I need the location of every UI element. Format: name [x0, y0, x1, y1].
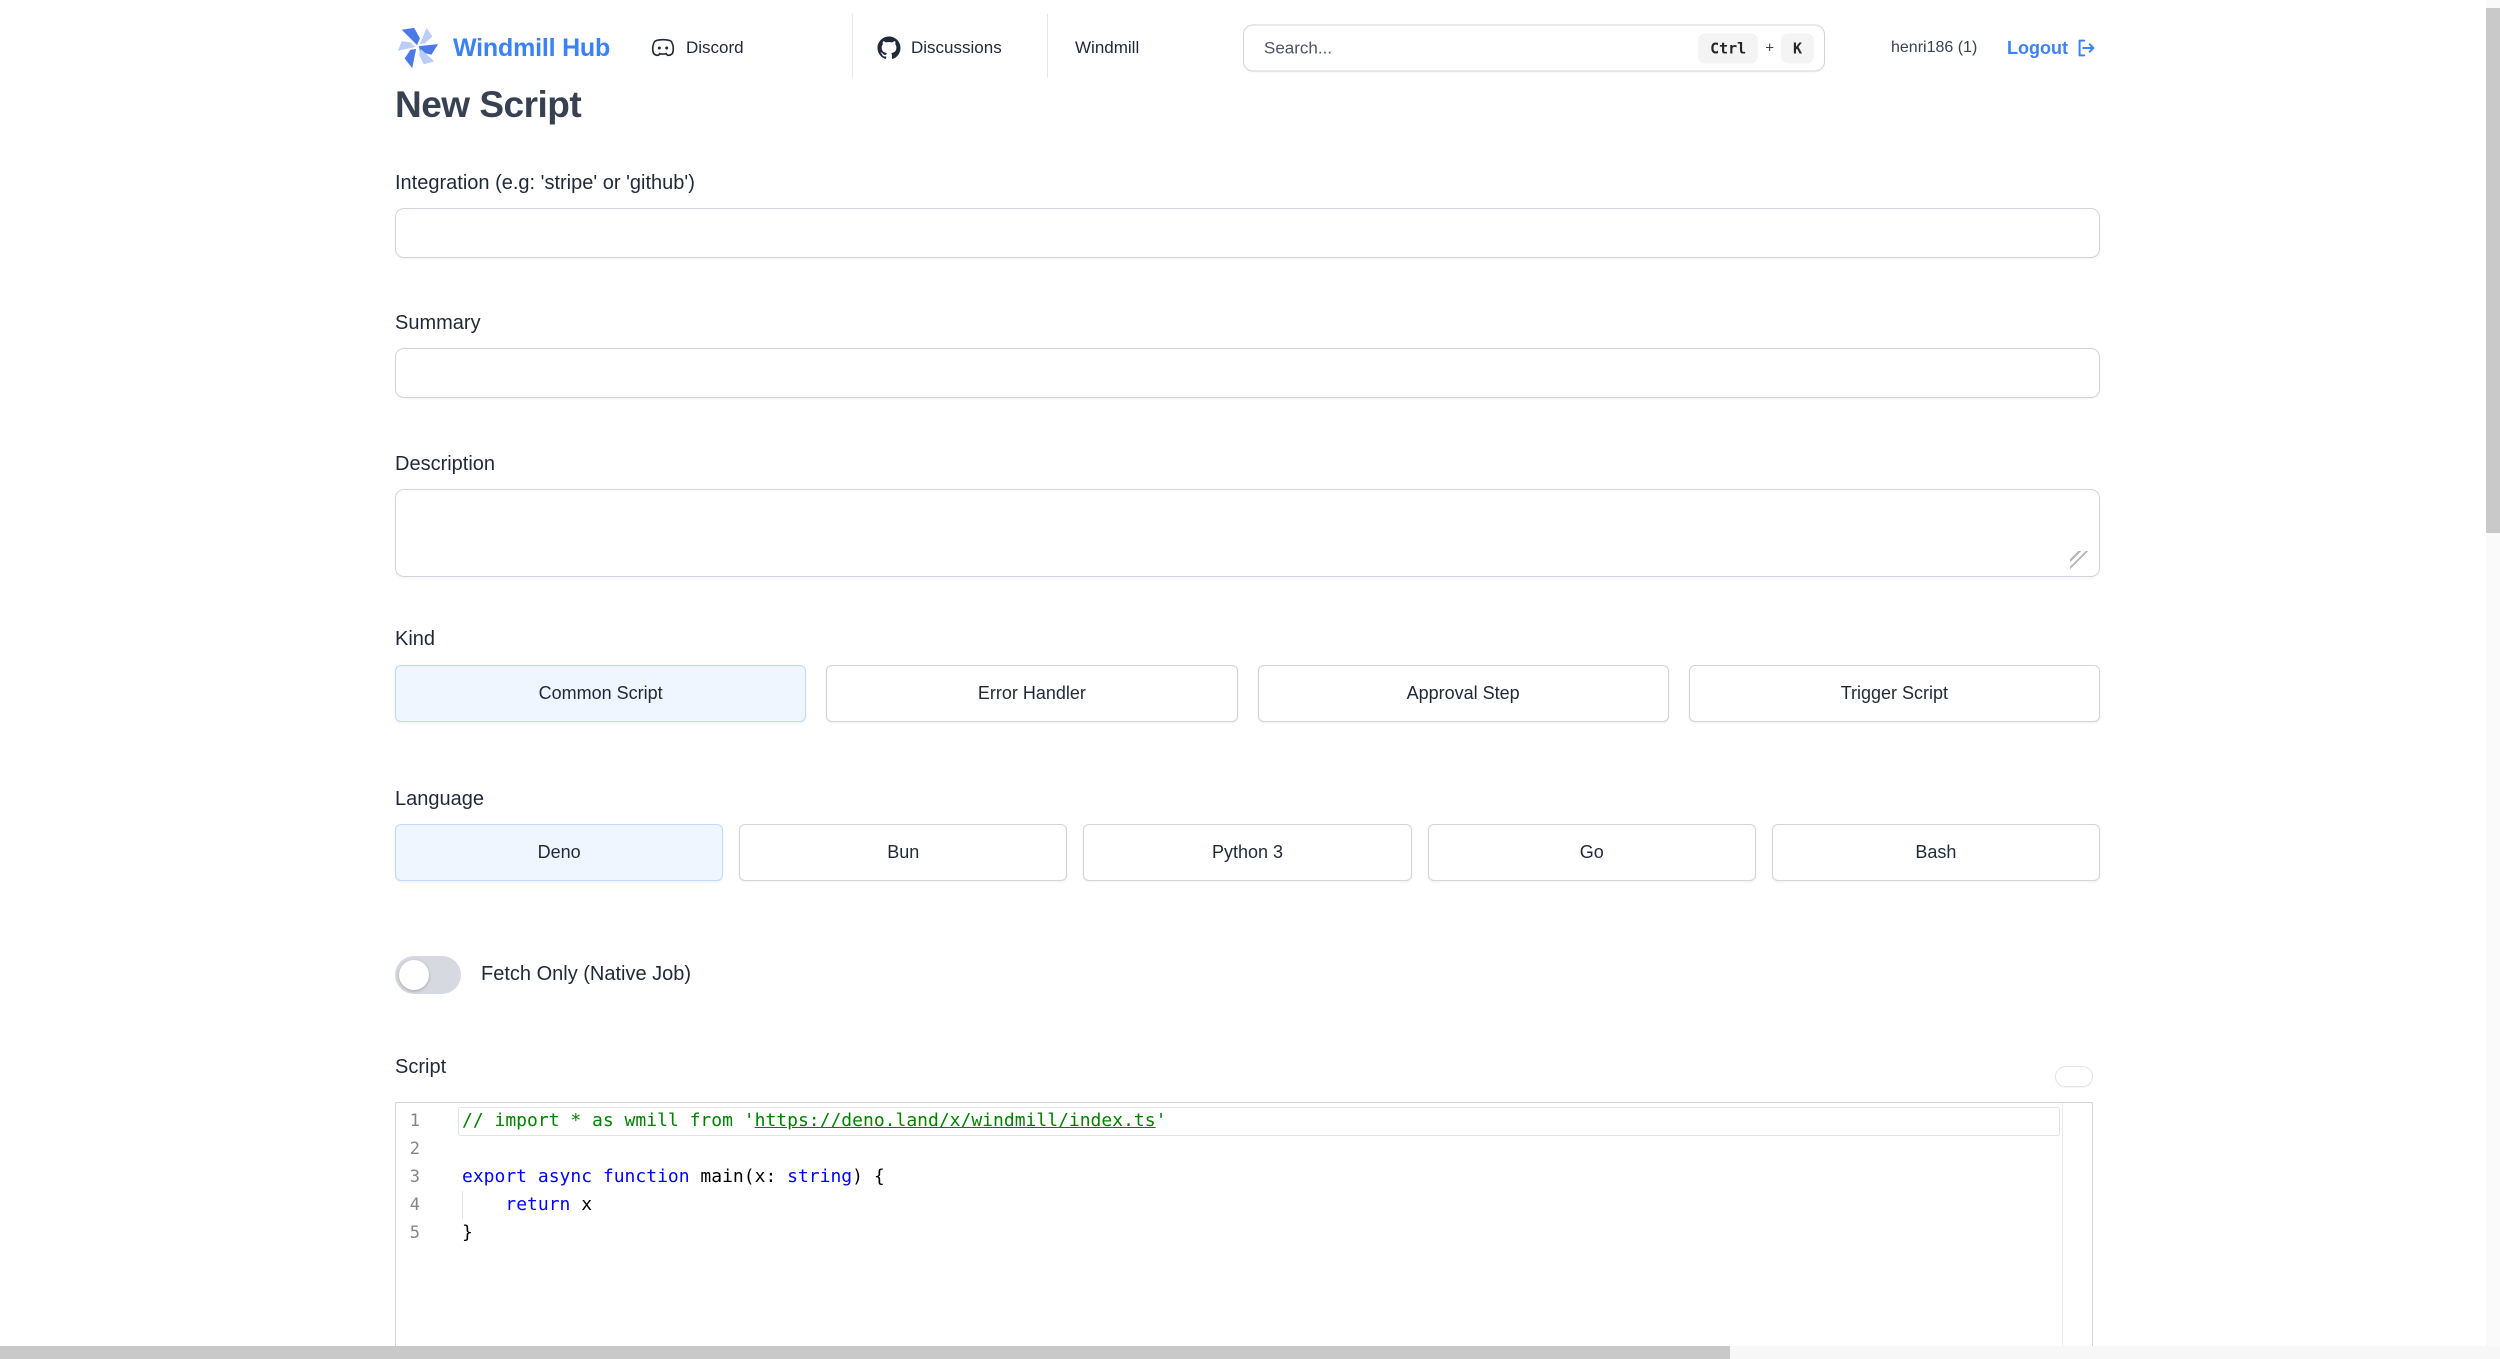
vertical-scrollbar-thumb[interactable] — [2486, 8, 2500, 533]
line-number: 5 — [409, 1223, 420, 1243]
code-editor[interactable]: 1 // import * as wmill from 'https://deno… — [395, 1102, 2093, 1359]
line-number: 4 — [409, 1195, 420, 1215]
editor-lines: 1 // import * as wmill from 'https://deno… — [396, 1107, 2092, 1247]
editor-scrollbar-strip — [2062, 1103, 2063, 1359]
code-line-2[interactable]: 2 — [396, 1135, 2092, 1163]
github-icon — [877, 36, 901, 60]
kbd-k: K — [1780, 33, 1814, 63]
page-horizontal-scrollbar[interactable] — [0, 1346, 2500, 1359]
nav-link-discussions[interactable]: Discussions — [877, 36, 1002, 60]
line-number: 2 — [409, 1139, 420, 1159]
summary-input[interactable] — [395, 348, 2100, 398]
script-label: Script — [395, 1056, 447, 1078]
logout-icon — [2075, 37, 2097, 59]
horizontal-scrollbar-thumb[interactable] — [0, 1346, 1730, 1359]
line-code — [420, 1135, 462, 1163]
search-box[interactable]: Ctrl + K — [1243, 24, 1825, 72]
kbd-plus-sign: + — [1765, 39, 1774, 57]
language-label: Language — [395, 788, 484, 810]
kind-option-error-handler[interactable]: Error Handler — [826, 665, 1238, 722]
nav-divider — [1047, 14, 1048, 78]
code-line-1[interactable]: 1 // import * as wmill from 'https://deno… — [396, 1107, 2092, 1135]
brand-label: Windmill Hub — [453, 33, 611, 62]
language-option-python-3[interactable]: Python 3 — [1083, 824, 1412, 881]
line-code: // import * as wmill from 'https://deno.… — [462, 1110, 1167, 1131]
line-code: export async function main(x: string) { — [462, 1166, 885, 1187]
line-code: } — [462, 1222, 473, 1243]
integration-input[interactable] — [395, 208, 2100, 258]
page-title: New Script — [395, 84, 582, 125]
language-option-deno[interactable]: Deno — [395, 824, 724, 881]
navbar: Windmill Hub Discord Discussions Windmil… — [395, 0, 2100, 96]
toggle-knob-icon — [399, 960, 429, 990]
username-text: henri186 (1) — [1891, 39, 1978, 56]
code-line-5[interactable]: 5} — [396, 1219, 2092, 1247]
line-code: return x — [505, 1194, 593, 1215]
kind-option-common-script[interactable]: Common Script — [395, 665, 807, 722]
logout-button[interactable]: Logout — [2007, 37, 2097, 59]
brand-link[interactable]: Windmill Hub — [395, 25, 610, 71]
page-vertical-scrollbar[interactable] — [2486, 0, 2500, 1359]
code-line-4[interactable]: 4 return x — [396, 1191, 2092, 1219]
kind-option-approval-step[interactable]: Approval Step — [1257, 665, 1669, 722]
language-option-go[interactable]: Go — [1427, 824, 1756, 881]
kbd-ctrl: Ctrl — [1698, 33, 1759, 63]
nav-link-windmill[interactable]: Windmill — [1075, 38, 1139, 58]
integration-label: Integration (e.g: 'stripe' or 'github') — [395, 172, 695, 194]
fetch-only-toggle[interactable] — [395, 956, 461, 994]
windmill-logo-icon — [395, 25, 441, 71]
logout-label: Logout — [2007, 37, 2068, 58]
language-options: Deno Bun Python 3 Go Bash — [395, 824, 2101, 881]
nav-link-discord[interactable]: Discord — [650, 38, 744, 58]
code-link[interactable]: https://deno.land/x/windmill/index.ts — [755, 1110, 1156, 1131]
search-input[interactable] — [1262, 25, 1699, 71]
editor-mode-pill-toggle[interactable] — [2055, 1066, 2093, 1087]
nav-divider — [852, 14, 853, 78]
language-option-bash[interactable]: Bash — [1771, 824, 2101, 881]
line-number: 1 — [409, 1111, 420, 1131]
nav-link-discussions-label: Discussions — [911, 38, 1002, 57]
nav-link-windmill-label: Windmill — [1075, 38, 1140, 57]
description-textarea[interactable] — [395, 489, 2100, 577]
kind-label: Kind — [395, 628, 436, 650]
summary-label: Summary — [395, 312, 481, 334]
fetch-only-label: Fetch Only (Native Job) — [481, 963, 692, 985]
language-option-bun[interactable]: Bun — [739, 824, 1068, 881]
kind-options: Common Script Error Handler Approval Step T… — [395, 665, 2100, 722]
line-number: 3 — [409, 1167, 420, 1187]
code-line-3[interactable]: 3 export async function main(x: string) { — [396, 1163, 2092, 1191]
description-label: Description — [395, 453, 496, 475]
textarea-resize-handle[interactable] — [2070, 551, 2090, 571]
kind-option-trigger-script[interactable]: Trigger Script — [1688, 665, 2100, 722]
nav-link-discord-label: Discord — [686, 38, 744, 57]
discord-icon — [650, 38, 676, 58]
